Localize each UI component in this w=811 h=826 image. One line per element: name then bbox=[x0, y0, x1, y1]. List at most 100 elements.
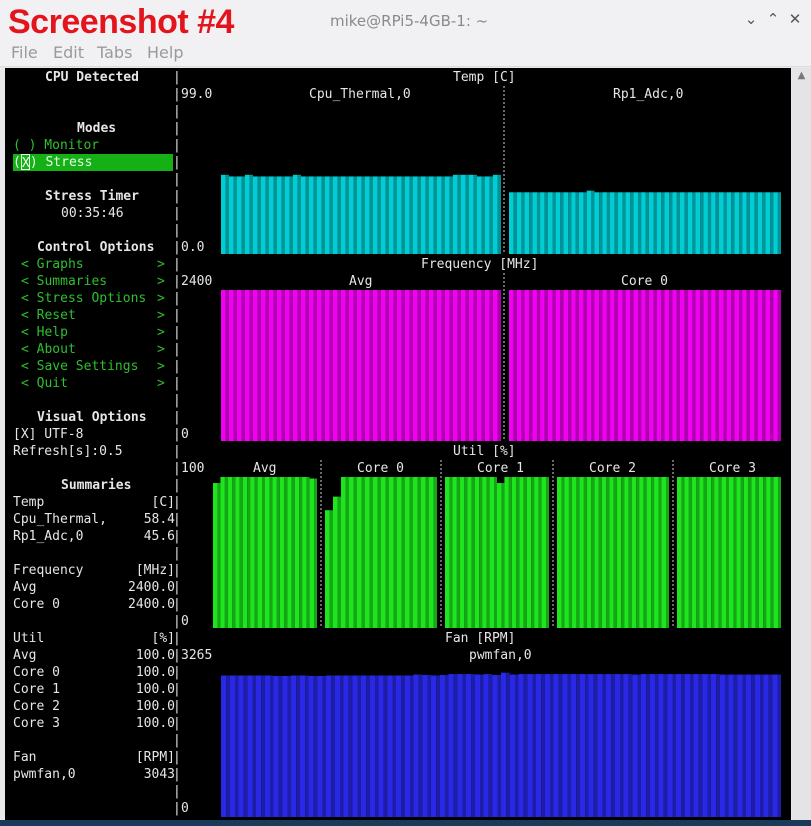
control-option-arrow-icon[interactable]: > bbox=[157, 324, 165, 341]
menu-help[interactable]: Help bbox=[147, 43, 183, 62]
util-panel-2-bar-gap bbox=[501, 483, 505, 628]
maximize-button[interactable]: ⌃ bbox=[764, 10, 782, 28]
temp-rp1-adc-bar-gap bbox=[723, 192, 727, 254]
temp-rp1-adc-bar-gap bbox=[536, 192, 541, 254]
summary-value: [%] bbox=[151, 631, 175, 646]
fan-pwmfan-bar bbox=[667, 674, 673, 817]
terminal-scrollbar[interactable] bbox=[792, 68, 811, 820]
menu-file[interactable]: File bbox=[11, 43, 38, 62]
temp-rp1-adc-bar bbox=[656, 192, 662, 254]
control-option-item[interactable]: < Quit bbox=[21, 375, 68, 392]
temp-cpu-thermal-bar bbox=[229, 176, 234, 254]
fan-pwmfan-bar bbox=[518, 674, 524, 817]
util-panel-1-bar-gap bbox=[345, 477, 349, 628]
util-panel-3-bar-gap bbox=[636, 477, 640, 628]
util-panel-2-bar-gap bbox=[508, 477, 512, 628]
mode-monitor-radio[interactable]: ( ) Monitor bbox=[13, 137, 99, 154]
temp-cpu-thermal-bar bbox=[293, 174, 298, 254]
util-panel-0-bar-gap bbox=[217, 483, 221, 628]
control-option-item[interactable]: < Save Settings bbox=[21, 358, 138, 375]
fan-pwmfan-bar-gap bbox=[515, 674, 519, 817]
temp-cpu-thermal-bar-gap bbox=[313, 176, 317, 254]
utf8-checkbox[interactable]: [X] UTF-8 bbox=[13, 426, 83, 443]
util-panel-0-bar bbox=[272, 477, 277, 628]
util-panel-4-bar bbox=[766, 477, 771, 628]
control-option-arrow-icon[interactable]: > bbox=[157, 341, 165, 358]
util-panel-3-bar bbox=[586, 477, 592, 628]
mode-stress-radio[interactable]: (X) Stress bbox=[13, 154, 173, 171]
summary-label: Cpu_Thermal, bbox=[13, 512, 107, 527]
minimize-button[interactable]: ⌄ bbox=[742, 10, 760, 28]
control-option-item[interactable]: < Help bbox=[21, 324, 68, 341]
fan-pwmfan-bar bbox=[588, 674, 594, 817]
control-option-item[interactable]: < Stress Options bbox=[21, 290, 146, 307]
util-panel-4-bar-gap bbox=[688, 477, 692, 628]
temp-cpu-thermal-bar bbox=[325, 176, 330, 254]
util-panel-3-bar-gap bbox=[628, 477, 632, 628]
temp-rp1-adc-bar bbox=[578, 192, 584, 254]
freq-avg-bar bbox=[445, 290, 450, 441]
freq-core0-bar-gap bbox=[715, 290, 719, 441]
fan-pwmfan-bar-gap bbox=[243, 675, 248, 817]
summary-label: Util bbox=[13, 631, 45, 646]
freq-avg-bar-gap bbox=[417, 290, 421, 441]
freq-core0-bar bbox=[602, 290, 607, 441]
util-panel-1-bar bbox=[397, 477, 402, 628]
control-option-item[interactable]: < Reset bbox=[21, 307, 76, 324]
util-panel-0-bar-gap bbox=[224, 477, 228, 628]
temp-cpu-thermal-bar bbox=[333, 176, 338, 254]
control-option-arrow-icon[interactable]: > bbox=[157, 307, 165, 324]
util-panel-0-bar-gap bbox=[232, 477, 236, 628]
close-button[interactable]: ✕ bbox=[786, 10, 804, 28]
scroll-up-arrow-icon[interactable]: ▲ bbox=[792, 70, 811, 84]
freq-avg-bar bbox=[469, 290, 474, 441]
temp-rp1-adc-bar-gap bbox=[715, 192, 719, 254]
menu-edit[interactable]: Edit bbox=[53, 43, 84, 62]
refresh-setting[interactable]: Refresh[s]:0.5 bbox=[13, 443, 123, 460]
temp-rp1-adc-bar-gap bbox=[544, 192, 548, 254]
control-option-arrow-icon[interactable]: > bbox=[157, 256, 165, 273]
temp-cpu-thermal-bar bbox=[413, 176, 418, 254]
control-option-item[interactable]: < Summaries bbox=[21, 273, 107, 290]
util-panel-4-bar-gap bbox=[703, 477, 707, 628]
fan-pwmfan-bar bbox=[632, 674, 638, 817]
temp-cpu-thermal-bar-gap bbox=[401, 176, 405, 254]
fan-pwmfan-bar bbox=[746, 674, 752, 817]
control-option-arrow-icon[interactable]: > bbox=[157, 375, 165, 392]
menu-tabs[interactable]: Tabs bbox=[97, 43, 132, 62]
fan-pwmfan-bar-gap bbox=[480, 674, 484, 817]
freq-core0-bar-gap bbox=[645, 290, 649, 441]
util-panel-1-bar bbox=[373, 477, 378, 628]
control-option-item[interactable]: < About bbox=[21, 341, 76, 358]
fan-pwmfan-bar bbox=[693, 674, 699, 817]
separator-pipe: | bbox=[173, 189, 181, 204]
fan-pwmfan-bar-gap bbox=[506, 672, 510, 817]
util-panel-1-bar-gap bbox=[385, 477, 389, 628]
control-option-arrow-icon[interactable]: > bbox=[157, 358, 165, 375]
terminal-area[interactable]: CPU Detected Modes ( ) Monitor (X) Stres… bbox=[5, 68, 791, 820]
freq-core0-bar-gap bbox=[739, 290, 743, 441]
temp-rp1-adc-bar bbox=[509, 192, 514, 254]
mode-stress-mark: X bbox=[20, 154, 30, 171]
temp-cpu-thermal-bar-gap bbox=[409, 176, 413, 254]
util-panel-3-bar bbox=[594, 477, 599, 628]
separator-pipe: | bbox=[173, 308, 181, 323]
util-ymin: 0 bbox=[181, 614, 189, 629]
freq-core0-bar bbox=[687, 290, 693, 441]
util-panel-1-bar-gap bbox=[369, 477, 373, 628]
temp-cpu-thermal-bar-gap bbox=[257, 176, 261, 254]
separator-pipe: | bbox=[173, 257, 181, 272]
fan-pwmfan-bar bbox=[641, 674, 647, 817]
fan-pwmfan-bar-gap bbox=[445, 675, 449, 817]
fan-pwmfan-bar-gap bbox=[620, 674, 624, 817]
temp-cpu-thermal-bar-gap bbox=[265, 176, 269, 254]
util-panel-0-bar-gap bbox=[269, 477, 273, 628]
control-option-arrow-icon[interactable]: > bbox=[157, 290, 165, 307]
util-panel-3-bar bbox=[601, 477, 607, 628]
control-option-arrow-icon[interactable]: > bbox=[157, 273, 165, 290]
separator-pipe: | bbox=[173, 546, 181, 561]
freq-avg-bar-gap bbox=[289, 290, 293, 441]
freq-core0-bar-gap bbox=[676, 290, 680, 441]
control-option-item[interactable]: < Graphs bbox=[21, 256, 84, 273]
util-panel-1-bar-gap bbox=[409, 477, 413, 628]
